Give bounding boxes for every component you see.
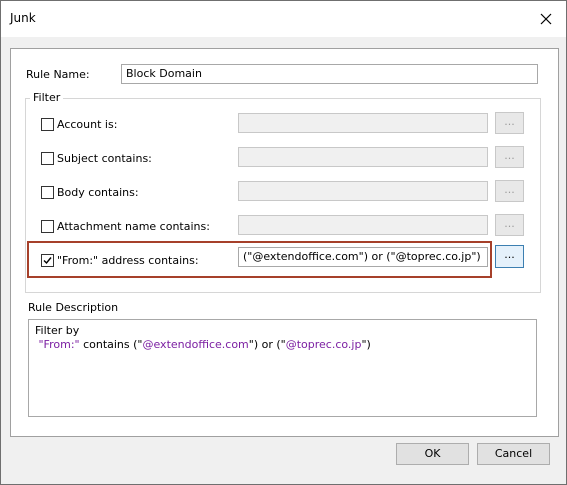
- junk-dialog: Junk Rule Name: Block Domain Filter Acco…: [0, 0, 567, 485]
- attachment-label: Attachment name contains:: [57, 220, 210, 233]
- close-icon: [540, 13, 552, 25]
- from-input[interactable]: ("@extendoffice.com") or ("@toprec.co.jp…: [238, 247, 488, 267]
- close-button[interactable]: [534, 7, 558, 31]
- body-checkbox[interactable]: [41, 186, 54, 199]
- account-checkbox[interactable]: [41, 118, 54, 131]
- contains-text: contains (": [79, 338, 143, 351]
- body-input[interactable]: [238, 181, 488, 201]
- or-text: ") or (": [248, 338, 286, 351]
- domain-1-link[interactable]: @extendoffice.com: [142, 338, 248, 351]
- filter-group-title: Filter: [30, 91, 64, 104]
- filter-row-account: Account is:: [41, 116, 241, 134]
- window-title: Junk: [10, 11, 36, 25]
- ok-button[interactable]: OK: [396, 443, 469, 465]
- from-browse-button[interactable]: ...: [495, 245, 524, 268]
- attachment-browse-button[interactable]: ...: [495, 214, 524, 236]
- filter-row-from: "From:" address contains:: [41, 252, 241, 270]
- attachment-input[interactable]: [238, 215, 488, 235]
- filter-row-body: Body contains:: [41, 184, 241, 202]
- from-link[interactable]: "From:": [39, 338, 80, 351]
- body-label: Body contains:: [57, 186, 139, 199]
- checkmark-icon: [43, 257, 52, 265]
- subject-browse-button[interactable]: ...: [495, 146, 524, 168]
- rule-panel: Rule Name: Block Domain Filter Account i…: [10, 48, 559, 437]
- rule-description-label: Rule Description: [28, 301, 119, 314]
- account-input[interactable]: [238, 113, 488, 133]
- subject-label: Subject contains:: [57, 152, 152, 165]
- subject-checkbox[interactable]: [41, 152, 54, 165]
- attachment-checkbox[interactable]: [41, 220, 54, 233]
- body-browse-button[interactable]: ...: [495, 180, 524, 202]
- end-text: "): [361, 338, 371, 351]
- from-label: "From:" address contains:: [57, 254, 199, 267]
- rule-name-label: Rule Name:: [26, 68, 90, 81]
- account-browse-button[interactable]: ...: [495, 112, 524, 134]
- account-label: Account is:: [57, 118, 118, 131]
- rule-name-input[interactable]: Block Domain: [121, 64, 538, 84]
- filter-row-subject: Subject contains:: [41, 150, 241, 168]
- subject-input[interactable]: [238, 147, 488, 167]
- rule-description-box: Filter by "From:" contains ("@extendoffi…: [28, 319, 537, 417]
- title-bar: Junk: [1, 1, 566, 37]
- cancel-button[interactable]: Cancel: [477, 443, 550, 465]
- domain-2-link[interactable]: @toprec.co.jp: [286, 338, 362, 351]
- from-checkbox[interactable]: [41, 254, 54, 267]
- description-line-2: "From:" contains ("@extendoffice.com") o…: [35, 338, 530, 352]
- filter-row-attachment: Attachment name contains:: [41, 218, 241, 236]
- description-line-1: Filter by: [35, 324, 80, 337]
